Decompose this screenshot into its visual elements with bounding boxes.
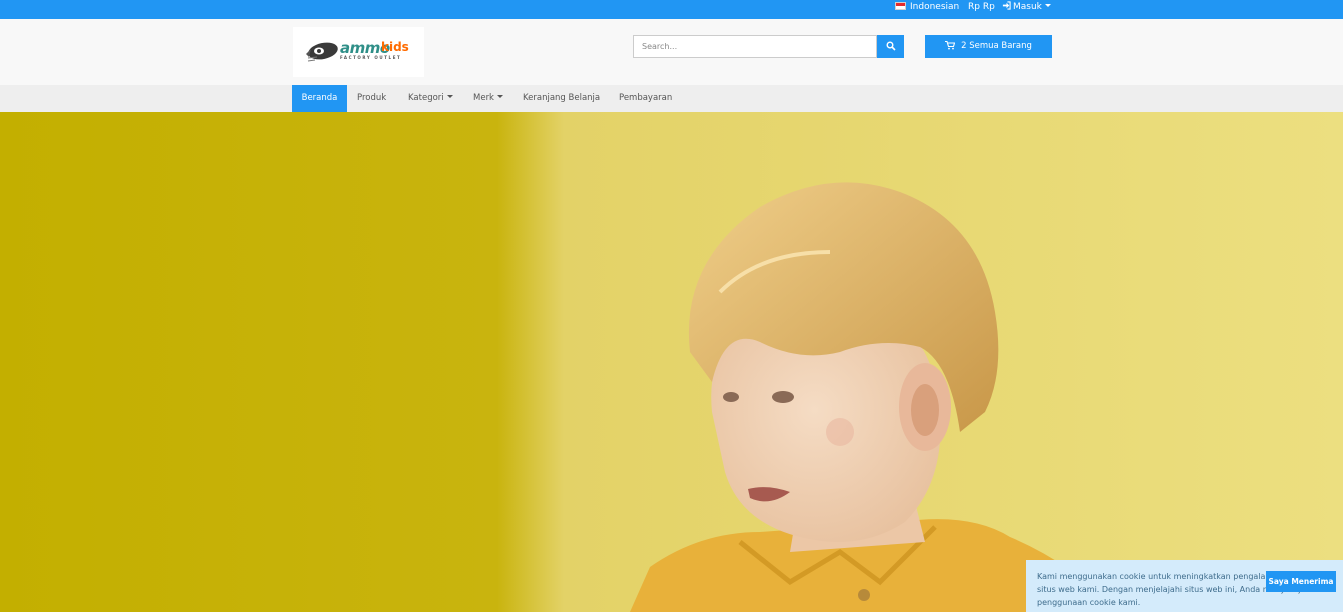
search-input[interactable] xyxy=(633,35,877,58)
cookie-notice: Kami menggunakan cookie untuk meningkatk… xyxy=(1026,560,1343,612)
login-label: Masuk xyxy=(1013,2,1042,12)
language-label: Indonesian xyxy=(910,2,960,12)
nav-kategori-label: Kategori xyxy=(408,93,444,103)
accept-cookies-button[interactable]: Saya Menerima xyxy=(1266,571,1336,592)
logo-kids-text: kids xyxy=(381,40,409,54)
top-bar: Indonesian Rp Rp Masuk xyxy=(0,0,1343,19)
site-logo[interactable]: ammo kids xyxy=(293,27,424,77)
logo-tagline: FACTORY OUTLET xyxy=(340,55,402,60)
hero-banner xyxy=(0,112,1343,612)
search-icon xyxy=(886,41,896,51)
nav-item-keranjang[interactable]: Keranjang Belanja xyxy=(523,85,600,112)
indonesia-flag-icon xyxy=(895,2,906,10)
cart-label: 2 Semua Barang xyxy=(961,41,1032,51)
nav-item-pembayaran[interactable]: Pembayaran xyxy=(619,85,672,112)
cart-icon xyxy=(945,40,956,50)
chevron-down-icon xyxy=(446,95,453,98)
hero-child-photo xyxy=(0,112,1343,612)
login-dropdown[interactable]: Masuk xyxy=(1002,0,1051,19)
nav-item-beranda[interactable]: Beranda xyxy=(292,85,347,112)
language-selector[interactable]: Indonesian xyxy=(895,0,959,19)
nav-item-produk[interactable]: Produk xyxy=(357,85,386,112)
nav-item-kategori[interactable]: Kategori xyxy=(408,85,453,112)
nav-merk-label: Merk xyxy=(473,93,494,103)
chevron-down-icon xyxy=(496,95,503,98)
search-button[interactable] xyxy=(877,35,904,58)
currency-selector[interactable]: Rp Rp xyxy=(968,0,995,19)
cart-button[interactable]: 2 Semua Barang xyxy=(925,35,1052,58)
chevron-down-icon xyxy=(1044,4,1051,7)
nav-item-merk[interactable]: Merk xyxy=(473,85,503,112)
sign-in-icon xyxy=(1002,1,1011,10)
site-header: ammo kids FACTORY OUTLET 2 Semua Barang xyxy=(0,19,1343,85)
main-nav: Beranda Produk Kategori Merk Keranjang B… xyxy=(0,85,1343,112)
